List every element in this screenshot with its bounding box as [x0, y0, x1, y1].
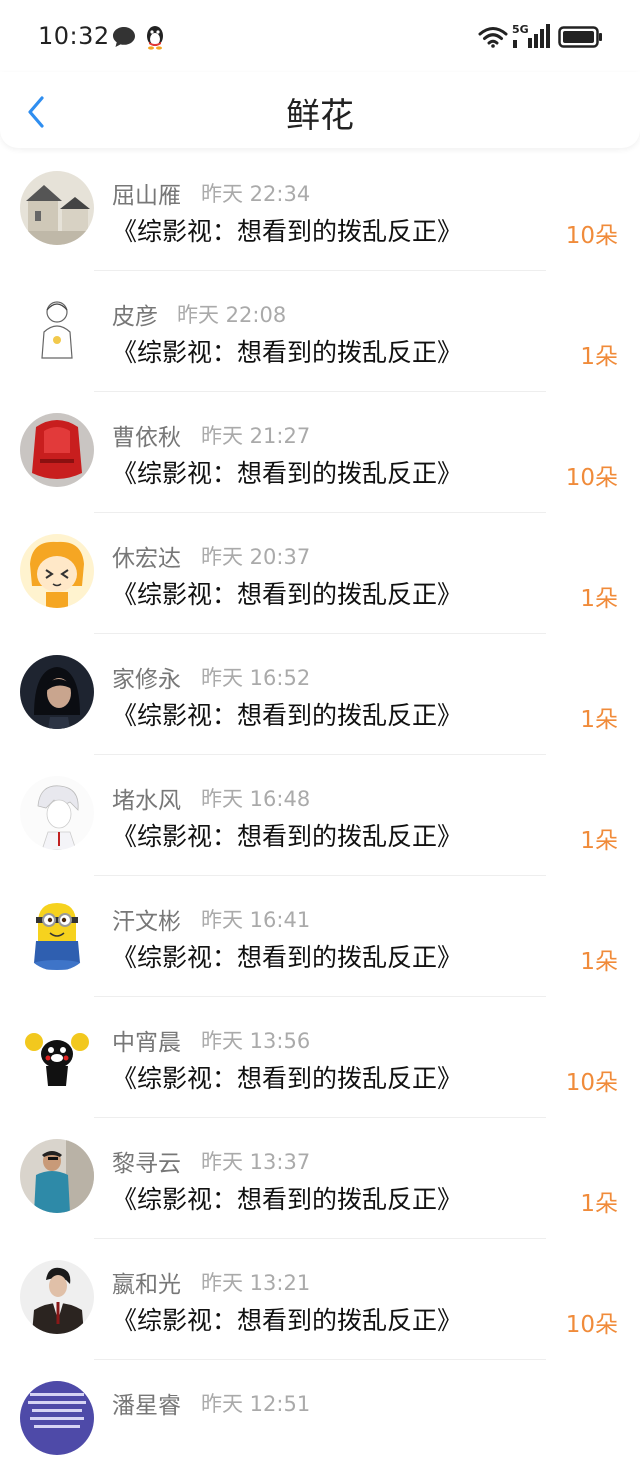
book-title: 《综影视：想看到的拨乱反正》 — [112, 1064, 463, 1093]
flower-count: 10朵 — [565, 465, 618, 491]
user-name: 汗文彬 — [112, 909, 181, 935]
list-item[interactable]: 皮彦 昨天 22:08 《综影视：想看到的拨乱反正》 1朵 — [0, 271, 640, 392]
avatar[interactable] — [20, 776, 94, 850]
book-title: 《综影视：想看到的拨乱反正》 — [112, 580, 463, 609]
list-item[interactable]: 堵水风 昨天 16:48 《综影视：想看到的拨乱反正》 1朵 — [0, 755, 640, 876]
book-title: 《综影视：想看到的拨乱反正》 — [112, 338, 463, 367]
timestamp: 昨天 22:08 — [177, 303, 287, 327]
list-item[interactable]: 黎寻云 昨天 13:37 《综影视：想看到的拨乱反正》 1朵 — [0, 1118, 640, 1239]
user-name: 潘星睿 — [112, 1393, 181, 1419]
list-item[interactable]: 中宵晨 昨天 13:56 《综影视：想看到的拨乱反正》 10朵 — [0, 997, 640, 1118]
timestamp: 昨天 13:21 — [201, 1271, 311, 1295]
flower-count: 1朵 — [580, 828, 618, 854]
timestamp: 昨天 21:27 — [201, 424, 311, 448]
flower-count: 1朵 — [580, 586, 618, 612]
list-item[interactable]: 休宏达 昨天 20:37 《综影视：想看到的拨乱反正》 1朵 — [0, 513, 640, 634]
flower-count: 10朵 — [565, 1070, 618, 1096]
timestamp: 昨天 12:51 — [201, 1392, 311, 1416]
battery-icon — [558, 26, 602, 48]
flower-count: 10朵 — [565, 1312, 618, 1338]
status-bar: 10:32 5G — [0, 0, 640, 72]
book-title: 《综影视：想看到的拨乱反正》 — [112, 701, 463, 730]
timestamp: 昨天 22:34 — [201, 182, 311, 206]
avatar[interactable] — [20, 1139, 94, 1213]
flower-count: 1朵 — [580, 344, 618, 370]
timestamp: 昨天 13:56 — [201, 1029, 311, 1053]
timestamp: 昨天 16:41 — [201, 908, 311, 932]
user-name: 皮彦 — [112, 304, 158, 330]
list-item[interactable]: 曹依秋 昨天 21:27 《综影视：想看到的拨乱反正》 10朵 — [0, 392, 640, 513]
signal-5g-icon: 5G — [512, 23, 550, 48]
flower-count: 1朵 — [580, 949, 618, 975]
timestamp: 昨天 13:37 — [201, 1150, 311, 1174]
timestamp: 昨天 20:37 — [201, 545, 311, 569]
book-title: 《综影视：想看到的拨乱反正》 — [112, 822, 463, 851]
list-item[interactable]: 汗文彬 昨天 16:41 《综影视：想看到的拨乱反正》 1朵 — [0, 876, 640, 997]
list-item[interactable]: 家修永 昨天 16:52 《综影视：想看到的拨乱反正》 1朵 — [0, 634, 640, 755]
flower-count: 1朵 — [580, 1191, 618, 1217]
network-label: 5G — [512, 23, 529, 36]
book-title: 《综影视：想看到的拨乱反正》 — [112, 943, 463, 972]
user-name: 黎寻云 — [112, 1151, 181, 1177]
qq-penguin-icon — [147, 26, 163, 50]
user-name: 嬴和光 — [112, 1272, 181, 1298]
user-name: 休宏达 — [112, 546, 181, 572]
flower-count: 1朵 — [580, 707, 618, 733]
status-time: 10:32 — [38, 22, 110, 50]
book-title: 《综影视：想看到的拨乱反正》 — [112, 459, 463, 488]
list-item[interactable]: 嬴和光 昨天 13:21 《综影视：想看到的拨乱反正》 10朵 — [0, 1239, 640, 1360]
avatar[interactable] — [20, 413, 94, 487]
timestamp: 昨天 16:52 — [201, 666, 311, 690]
user-name: 堵水风 — [112, 788, 181, 814]
user-name: 屈山雁 — [112, 183, 181, 209]
avatar[interactable] — [20, 292, 94, 366]
timestamp: 昨天 16:48 — [201, 787, 311, 811]
user-name: 家修永 — [112, 667, 181, 693]
nav-header: 鲜花 — [0, 72, 640, 148]
book-title: 《综影视：想看到的拨乱反正》 — [112, 1185, 463, 1214]
avatar[interactable] — [20, 534, 94, 608]
list-item[interactable]: 屈山雁 昨天 22:34 《综影视：想看到的拨乱反正》 10朵 — [0, 150, 640, 271]
flower-count: 10朵 — [565, 223, 618, 249]
avatar[interactable] — [20, 1381, 94, 1455]
wifi-icon — [478, 27, 508, 48]
book-title: 《综影视：想看到的拨乱反正》 — [112, 217, 463, 246]
avatar[interactable] — [20, 1018, 94, 1092]
flower-list: 屈山雁 昨天 22:34 《综影视：想看到的拨乱反正》 10朵 皮彦 昨天 22… — [0, 150, 640, 1481]
avatar[interactable] — [20, 897, 94, 971]
avatar[interactable] — [20, 1260, 94, 1334]
avatar[interactable] — [20, 171, 94, 245]
message-icon — [113, 27, 135, 47]
user-name: 曹依秋 — [112, 425, 181, 451]
page-title: 鲜花 — [286, 96, 354, 136]
avatar[interactable] — [20, 655, 94, 729]
book-title: 《综影视：想看到的拨乱反正》 — [112, 1306, 463, 1335]
user-name: 中宵晨 — [112, 1030, 181, 1056]
list-item[interactable]: 潘星睿 昨天 12:51 — [0, 1360, 640, 1481]
